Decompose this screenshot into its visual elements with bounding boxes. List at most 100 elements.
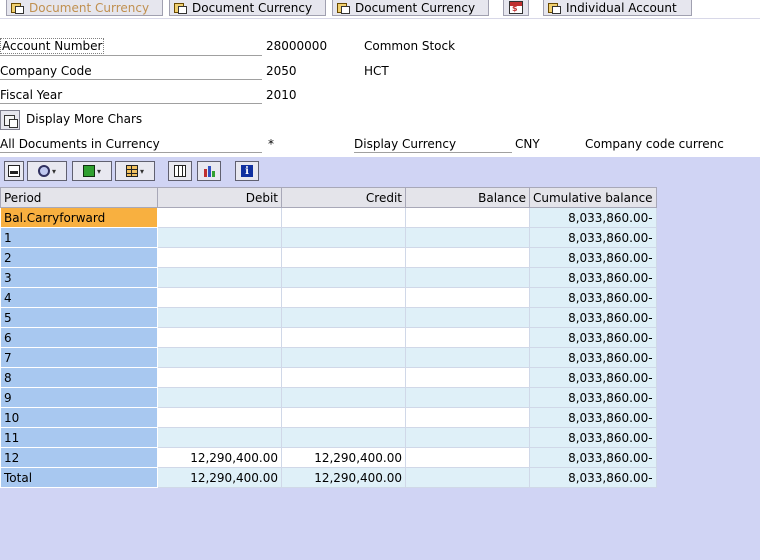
cell-debit[interactable] xyxy=(157,347,282,368)
individual-account-button[interactable]: Individual Account xyxy=(543,0,692,16)
cell-credit[interactable] xyxy=(281,367,406,388)
table-row[interactable]: 7 8,033,860.00- xyxy=(0,347,657,368)
cell-balance[interactable] xyxy=(405,447,530,468)
information-button[interactable]: i xyxy=(235,161,259,181)
layout-dropdown-button[interactable]: ▾ xyxy=(115,161,155,181)
cell-balance[interactable] xyxy=(405,407,530,428)
cell-cumulative[interactable]: 8,033,860.00- xyxy=(529,267,657,288)
display-more-chars-button[interactable] xyxy=(0,110,20,130)
table-row[interactable]: 3 8,033,860.00- xyxy=(0,267,657,288)
cell-period[interactable]: 8 xyxy=(0,367,158,388)
cell-period[interactable]: Bal.Carryforward xyxy=(0,207,158,228)
cell-balance[interactable] xyxy=(405,467,530,488)
table-row[interactable]: 9 8,033,860.00- xyxy=(0,387,657,408)
cell-balance[interactable] xyxy=(405,387,530,408)
cell-balance[interactable] xyxy=(405,307,530,328)
cell-credit[interactable] xyxy=(281,287,406,308)
filter-dropdown-button[interactable]: ▾ xyxy=(27,161,67,181)
cell-period[interactable]: 7 xyxy=(0,347,158,368)
cell-debit[interactable] xyxy=(157,227,282,248)
graphic-button[interactable] xyxy=(197,161,221,181)
table-row[interactable]: 2 8,033,860.00- xyxy=(0,247,657,268)
cell-debit[interactable] xyxy=(157,207,282,228)
cell-balance[interactable] xyxy=(405,227,530,248)
cell-credit[interactable] xyxy=(281,227,406,248)
cell-balance[interactable] xyxy=(405,287,530,308)
cell-credit[interactable] xyxy=(281,347,406,368)
cell-credit[interactable] xyxy=(281,327,406,348)
cell-period[interactable]: 5 xyxy=(0,307,158,328)
table-row[interactable]: 8 8,033,860.00- xyxy=(0,367,657,388)
cell-debit[interactable] xyxy=(157,307,282,328)
table-row[interactable]: 12 12,290,400.00 12,290,400.00 8,033,860.00… xyxy=(0,447,657,468)
cell-balance[interactable] xyxy=(405,267,530,288)
table-row[interactable]: 10 8,033,860.00- xyxy=(0,407,657,428)
cell-cumulative[interactable]: 8,033,860.00- xyxy=(529,467,657,488)
print-button[interactable] xyxy=(4,161,24,181)
cell-credit[interactable] xyxy=(281,267,406,288)
cell-debit[interactable] xyxy=(157,427,282,448)
cell-credit[interactable] xyxy=(281,307,406,328)
cell-period[interactable]: 12 xyxy=(0,447,158,468)
cell-cumulative[interactable]: 8,033,860.00- xyxy=(529,247,657,268)
cell-credit[interactable] xyxy=(281,247,406,268)
table-row[interactable]: 4 8,033,860.00- xyxy=(0,287,657,308)
cell-period[interactable]: 2 xyxy=(0,247,158,268)
cell-debit[interactable] xyxy=(157,267,282,288)
cell-cumulative[interactable]: 8,033,860.00- xyxy=(529,427,657,448)
cell-period[interactable]: 10 xyxy=(0,407,158,428)
cell-credit[interactable] xyxy=(281,407,406,428)
cell-debit[interactable] xyxy=(157,247,282,268)
document-currency-button[interactable]: Document Currency xyxy=(169,0,326,16)
table-row[interactable]: 11 8,033,860.00- xyxy=(0,427,657,448)
column-header-debit[interactable]: Debit xyxy=(157,187,282,208)
cell-balance[interactable] xyxy=(405,347,530,368)
cell-period[interactable]: 11 xyxy=(0,427,158,448)
export-dropdown-button[interactable]: ▾ xyxy=(72,161,112,181)
table-row[interactable]: 6 8,033,860.00- xyxy=(0,327,657,348)
cell-balance[interactable] xyxy=(405,427,530,448)
cell-cumulative[interactable]: 8,033,860.00- xyxy=(529,347,657,368)
exchange-rate-button[interactable] xyxy=(503,0,529,16)
cell-period[interactable]: 3 xyxy=(0,267,158,288)
cell-balance[interactable] xyxy=(405,367,530,388)
cell-debit[interactable] xyxy=(157,367,282,388)
cell-cumulative[interactable]: 8,033,860.00- xyxy=(529,447,657,468)
table-row[interactable]: 1 8,033,860.00- xyxy=(0,227,657,248)
cell-credit[interactable]: 12,290,400.00 xyxy=(281,467,406,488)
cell-debit[interactable] xyxy=(157,287,282,308)
cell-debit[interactable] xyxy=(157,387,282,408)
cell-balance[interactable] xyxy=(405,327,530,348)
cell-period[interactable]: 1 xyxy=(0,227,158,248)
cell-cumulative[interactable]: 8,033,860.00- xyxy=(529,387,657,408)
total-row[interactable]: Total 12,290,400.00 12,290,400.00 8,033,860… xyxy=(0,467,657,488)
cell-period[interactable]: 9 xyxy=(0,387,158,408)
cell-debit[interactable]: 12,290,400.00 xyxy=(157,447,282,468)
cell-period[interactable]: Total xyxy=(0,467,158,488)
cell-debit[interactable]: 12,290,400.00 xyxy=(157,467,282,488)
cell-credit[interactable] xyxy=(281,387,406,408)
cell-cumulative[interactable]: 8,033,860.00- xyxy=(529,327,657,348)
document-currency-button-2[interactable]: Document Currency xyxy=(332,0,489,16)
cell-debit[interactable] xyxy=(157,407,282,428)
cell-debit[interactable] xyxy=(157,327,282,348)
cell-cumulative[interactable]: 8,033,860.00- xyxy=(529,207,657,228)
cell-period[interactable]: 4 xyxy=(0,287,158,308)
cell-credit[interactable] xyxy=(281,427,406,448)
cell-cumulative[interactable]: 8,033,860.00- xyxy=(529,287,657,308)
cell-cumulative[interactable]: 8,033,860.00- xyxy=(529,227,657,248)
table-row[interactable]: 5 8,033,860.00- xyxy=(0,307,657,328)
column-header-credit[interactable]: Credit xyxy=(281,187,406,208)
cell-balance[interactable] xyxy=(405,207,530,228)
column-header-balance[interactable]: Balance xyxy=(405,187,530,208)
cell-cumulative[interactable]: 8,033,860.00- xyxy=(529,307,657,328)
change-columns-button[interactable] xyxy=(168,161,192,181)
cell-credit[interactable]: 12,290,400.00 xyxy=(281,447,406,468)
table-row[interactable]: Bal.Carryforward 8,033,860.00- xyxy=(0,207,657,228)
cell-period[interactable]: 6 xyxy=(0,327,158,348)
cell-credit[interactable] xyxy=(281,207,406,228)
column-header-cumulative-balance[interactable]: Cumulative balance xyxy=(529,187,657,208)
cell-cumulative[interactable]: 8,033,860.00- xyxy=(529,367,657,388)
column-header-period[interactable]: Period xyxy=(0,187,158,208)
cell-balance[interactable] xyxy=(405,247,530,268)
